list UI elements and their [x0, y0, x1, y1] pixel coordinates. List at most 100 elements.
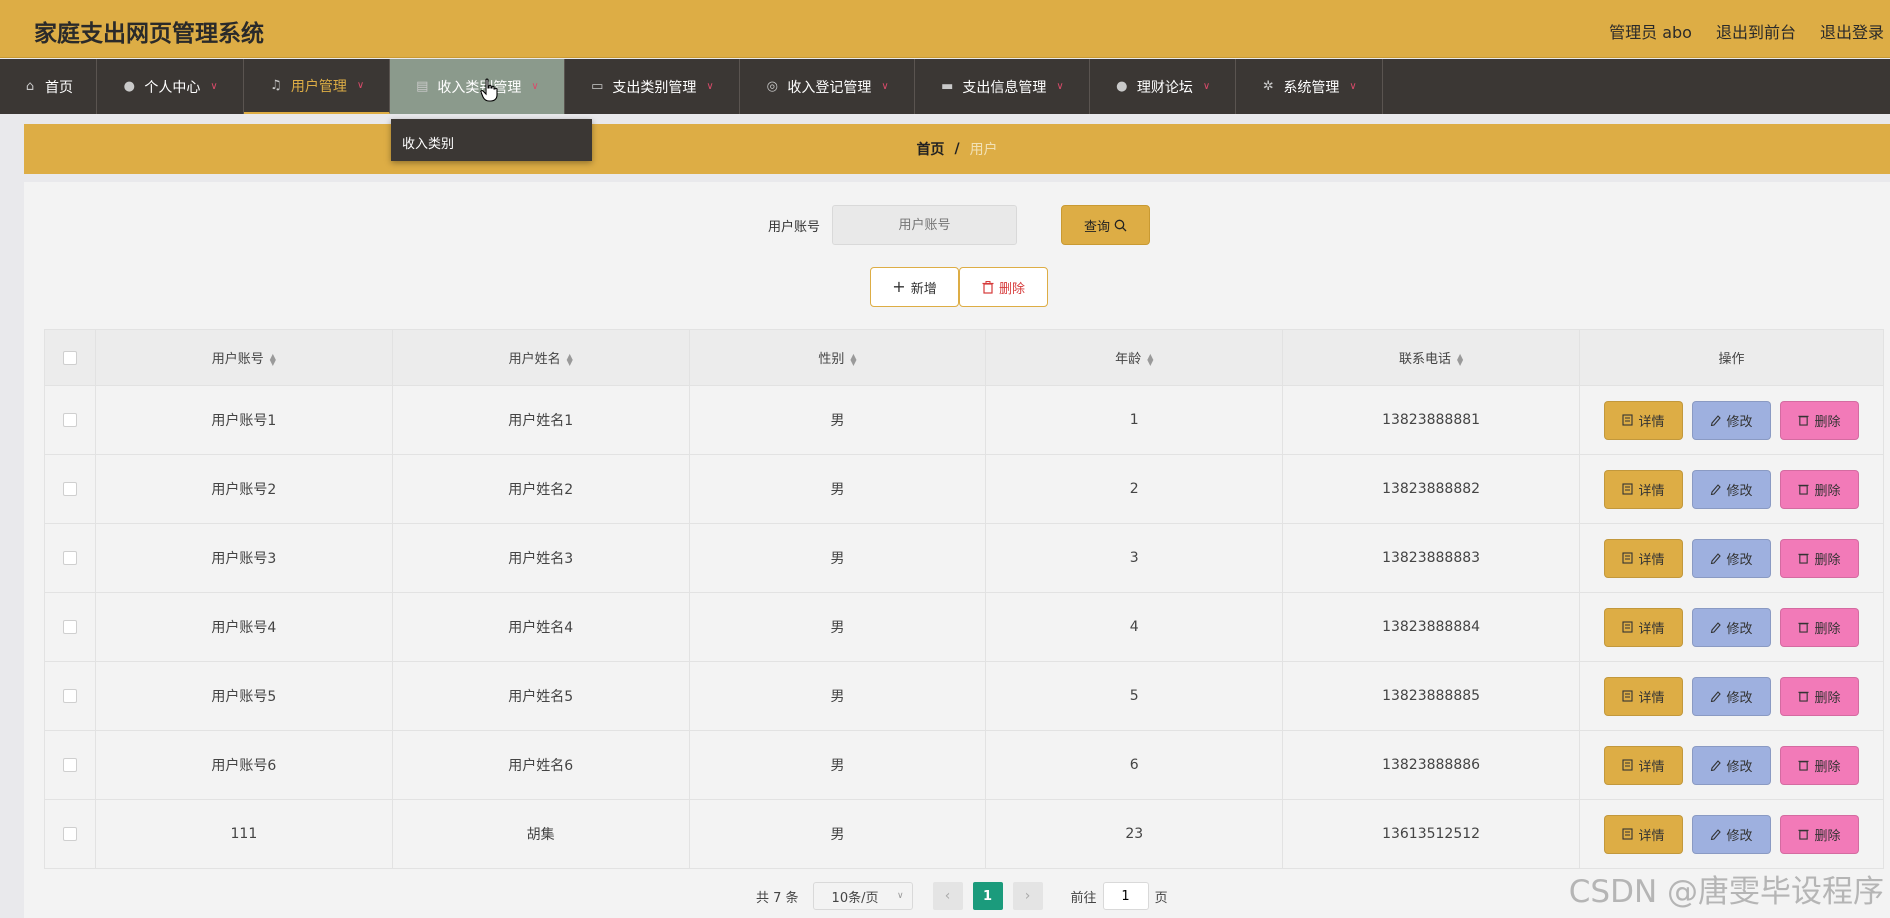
- cell-operations: 详情 修改 删除: [1579, 385, 1884, 455]
- row-checkbox[interactable]: [62, 482, 77, 496]
- nav-item-6[interactable]: ▬ 支出信息管理 ∨: [915, 59, 1090, 114]
- next-page-button[interactable]: ›: [1012, 882, 1043, 910]
- breadcrumb-home[interactable]: 首页: [916, 139, 944, 159]
- row-checkbox[interactable]: [62, 758, 77, 772]
- header-age[interactable]: 年龄 ▲ ▼: [985, 329, 1284, 386]
- search-button[interactable]: 查询: [1061, 205, 1151, 245]
- chevron-down-icon: ∨: [356, 80, 365, 91]
- cell-operations: 详情 修改 删除: [1579, 523, 1884, 593]
- edit-button[interactable]: 修改: [1692, 607, 1771, 647]
- cell-account: 用户账号3: [94, 523, 393, 593]
- goto-page-input[interactable]: [1102, 882, 1149, 910]
- delete-button[interactable]: 删除: [1780, 400, 1859, 440]
- edit-button[interactable]: 修改: [1692, 814, 1771, 854]
- delete-button[interactable]: 删除: [1780, 745, 1859, 785]
- edit-button[interactable]: 修改: [1692, 538, 1771, 578]
- nav-item-1[interactable]: ● 个人中心 ∨: [97, 59, 244, 114]
- cell-age: 2: [985, 454, 1284, 524]
- gear-icon: ✲: [1262, 78, 1274, 94]
- card-icon: ▭: [591, 78, 604, 94]
- nav-item-2[interactable]: ♫ 用户管理 ∨: [244, 59, 390, 114]
- dropdown-item-income-category[interactable]: 收入类别: [402, 137, 454, 152]
- nav-item-0[interactable]: ⌂ 首页: [0, 59, 97, 114]
- page-size-select[interactable]: 10条/页 ∨: [812, 882, 913, 910]
- header-gender[interactable]: 性别 ▲ ▼: [688, 329, 987, 386]
- chevron-down-icon: ∨: [896, 891, 904, 901]
- edit-button[interactable]: 修改: [1692, 469, 1771, 509]
- chevron-down-icon: ∨: [881, 81, 889, 92]
- document-icon: [1622, 552, 1634, 564]
- document-icon: [1622, 690, 1634, 702]
- delete-button[interactable]: 删除: [1780, 676, 1859, 716]
- pagination-total: 共 7 条: [756, 890, 799, 906]
- row-select-cell: [44, 454, 96, 524]
- edit-icon: [1711, 622, 1722, 633]
- cell-gender: 男: [688, 385, 987, 455]
- nav-item-5[interactable]: ◎ 收入登记管理 ∨: [740, 59, 915, 114]
- chevron-right-icon: ›: [1024, 888, 1031, 904]
- edit-button[interactable]: 修改: [1692, 745, 1771, 785]
- row-checkbox[interactable]: [62, 689, 77, 703]
- select-all-checkbox[interactable]: [62, 350, 77, 365]
- action-row: + 新增 删除: [870, 267, 1048, 307]
- side-strip: [0, 114, 20, 918]
- nav-item-3[interactable]: ▤ 收入类别管理 ∨: [390, 59, 565, 114]
- row-checkbox[interactable]: [62, 620, 77, 634]
- top-links: 管理员 abo 退出到前台 退出登录: [1609, 19, 1884, 43]
- prev-page-button[interactable]: ‹: [932, 882, 963, 910]
- row-select-cell: [44, 661, 96, 731]
- nav-item-7[interactable]: ● 理财论坛 ∨: [1090, 59, 1236, 114]
- edit-icon: [1711, 553, 1722, 564]
- delete-button[interactable]: 删除: [1780, 538, 1859, 578]
- nav-item-4[interactable]: ▭ 支出类别管理 ∨: [565, 59, 740, 114]
- cell-phone: 13823888883: [1282, 523, 1580, 593]
- cell-operations: 详情 修改 删除: [1579, 661, 1884, 731]
- sort-icon: ▲ ▼: [1457, 351, 1464, 367]
- edit-icon: [1711, 415, 1722, 426]
- cell-account: 用户账号5: [94, 661, 393, 731]
- header-account[interactable]: 用户账号 ▲ ▼: [94, 329, 393, 386]
- detail-button[interactable]: 详情: [1604, 469, 1683, 509]
- home-icon: ⌂: [25, 78, 35, 94]
- admin-user-link[interactable]: 管理员 abo: [1609, 19, 1692, 43]
- delete-button[interactable]: 删除: [1780, 469, 1859, 509]
- pagination: 共 7 条 10条/页 ∨ ‹ 1 › 前往 页: [756, 882, 1168, 910]
- cell-account: 用户账号1: [94, 385, 393, 455]
- trash-icon: [1798, 484, 1810, 495]
- edit-button[interactable]: 修改: [1692, 400, 1771, 440]
- trash-icon: [1798, 760, 1810, 771]
- cell-phone: 13823888882: [1282, 454, 1580, 524]
- page-size-value: 10条/页: [831, 890, 879, 906]
- detail-button[interactable]: 详情: [1604, 814, 1683, 854]
- header-name[interactable]: 用户姓名 ▲ ▼: [391, 329, 690, 386]
- trash-icon: [1798, 415, 1810, 426]
- exit-to-frontend-link[interactable]: 退出到前台: [1716, 19, 1796, 43]
- header-phone[interactable]: 联系电话 ▲ ▼: [1282, 329, 1580, 386]
- row-checkbox[interactable]: [62, 827, 77, 841]
- detail-button[interactable]: 详情: [1604, 607, 1683, 647]
- cell-account: 111: [94, 799, 393, 869]
- user-account-search-input[interactable]: [832, 205, 1018, 245]
- row-checkbox[interactable]: [62, 413, 77, 427]
- detail-button[interactable]: 详情: [1604, 538, 1683, 578]
- detail-button[interactable]: 详情: [1604, 400, 1683, 440]
- cell-age: 4: [985, 592, 1284, 662]
- page-number-current[interactable]: 1: [972, 882, 1003, 910]
- add-button[interactable]: + 新增: [870, 267, 959, 307]
- cell-name: 用户姓名3: [391, 523, 690, 593]
- logout-link[interactable]: 退出登录: [1820, 19, 1884, 43]
- cell-name: 用户姓名2: [391, 454, 690, 524]
- nav-item-label: 系统管理: [1283, 79, 1340, 96]
- breadcrumb-separator: /: [954, 141, 960, 157]
- row-checkbox[interactable]: [62, 551, 77, 565]
- detail-button[interactable]: 详情: [1604, 676, 1683, 716]
- row-select-cell: [44, 730, 96, 800]
- batch-delete-button[interactable]: 删除: [959, 267, 1048, 307]
- delete-button[interactable]: 删除: [1780, 607, 1859, 647]
- goto-suffix: 页: [1154, 890, 1168, 906]
- nav-item-8[interactable]: ✲ 系统管理 ∨: [1236, 59, 1383, 114]
- chevron-down-icon: ∨: [1202, 81, 1211, 92]
- edit-button[interactable]: 修改: [1692, 676, 1771, 716]
- detail-button[interactable]: 详情: [1604, 745, 1683, 785]
- delete-button[interactable]: 删除: [1780, 814, 1859, 854]
